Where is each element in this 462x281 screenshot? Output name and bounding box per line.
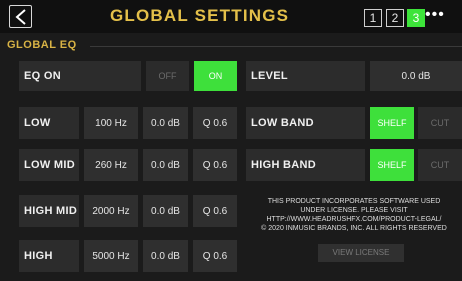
level-value[interactable]: 0.0 dB	[370, 61, 462, 91]
eq-on-label: EQ ON	[19, 61, 141, 91]
band-high-mid-label-text: HIGH MID	[24, 205, 78, 217]
page-2-button[interactable]: 2	[386, 9, 404, 27]
band-low-gain[interactable]: 0.0 dB	[143, 107, 188, 139]
eq-on-label-text: EQ ON	[24, 70, 61, 82]
page-3-button[interactable]: 3	[407, 9, 425, 27]
high-band-shelf-button[interactable]: SHELF	[370, 149, 414, 181]
section-divider	[90, 46, 462, 47]
band-high-label-text: HIGH	[24, 250, 53, 262]
level-label-text: LEVEL	[251, 70, 288, 82]
high-band-cut-button[interactable]: CUT	[418, 149, 462, 181]
band-low-label: LOW	[19, 107, 79, 139]
band-low-freq[interactable]: 100 Hz	[84, 107, 138, 139]
band-low-q[interactable]: Q 0.6	[193, 107, 237, 139]
legal-link-line: HTTP://WWW.HEADRUSHFX.COM/PRODUCT-LEGAL/	[266, 216, 442, 223]
high-band-label: HIGH BAND	[246, 149, 365, 181]
view-license-button[interactable]: VIEW LICENSE	[318, 244, 404, 262]
legal-line: UNDER LICENSE. PLEASE VISIT	[300, 207, 408, 214]
band-high-label: HIGH	[19, 240, 79, 272]
band-high-mid-freq[interactable]: 2000 Hz	[84, 195, 138, 227]
eq-on-button[interactable]: ON	[194, 61, 237, 91]
band-high-mid-label: HIGH MID	[19, 195, 79, 227]
page-1-button[interactable]: 1	[364, 9, 382, 27]
back-arrow-icon	[15, 9, 26, 25]
low-band-cut-button[interactable]: CUT	[418, 107, 462, 139]
band-high-freq[interactable]: 5000 Hz	[84, 240, 138, 272]
back-button[interactable]	[9, 5, 32, 28]
eq-off-button[interactable]: OFF	[146, 61, 189, 91]
more-dots-icon[interactable]: •••	[425, 6, 445, 24]
band-low-mid-label-text: LOW MID	[24, 159, 75, 171]
band-high-mid-q[interactable]: Q 0.6	[193, 195, 237, 227]
band-low-mid-gain[interactable]: 0.0 dB	[143, 149, 188, 181]
high-band-label-text: HIGH BAND	[251, 159, 317, 171]
band-high-q[interactable]: Q 0.6	[193, 240, 237, 272]
section-label: GLOBAL EQ	[7, 39, 77, 51]
page-title: GLOBAL SETTINGS	[110, 6, 290, 25]
band-high-gain[interactable]: 0.0 dB	[143, 240, 188, 272]
header-bar: GLOBAL SETTINGS 1 2 3 •••	[0, 0, 462, 33]
band-low-label-text: LOW	[24, 117, 51, 129]
band-low-mid-q[interactable]: Q 0.6	[193, 149, 237, 181]
band-low-mid-label: LOW MID	[19, 149, 79, 181]
legal-line: THIS PRODUCT INCORPORATES SOFTWARE USED	[267, 198, 441, 205]
band-high-mid-gain[interactable]: 0.0 dB	[143, 195, 188, 227]
legal-notice: THIS PRODUCT INCORPORATES SOFTWARE USED …	[246, 197, 462, 233]
low-band-shelf-button[interactable]: SHELF	[370, 107, 414, 139]
band-low-mid-freq[interactable]: 260 Hz	[84, 149, 138, 181]
level-label: LEVEL	[246, 61, 365, 91]
low-band-label: LOW BAND	[246, 107, 365, 139]
low-band-label-text: LOW BAND	[251, 117, 314, 129]
legal-line: © 2020 INMUSIC BRANDS, INC. ALL RIGHTS R…	[261, 225, 447, 232]
